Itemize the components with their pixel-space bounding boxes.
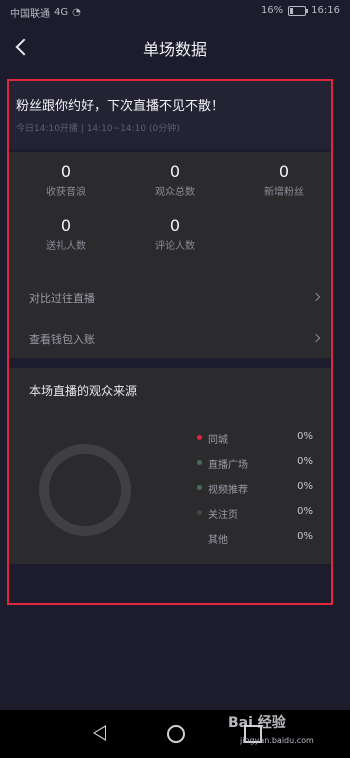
highlight-frame xyxy=(7,79,333,605)
nav-bar: 单场数据 xyxy=(0,24,350,68)
watermark-url: jingyan.baidu.com xyxy=(240,736,314,745)
wifi-icon: ◔ xyxy=(72,7,81,18)
clock: 16:16 xyxy=(311,5,340,16)
carrier-label: 中国联通 xyxy=(10,9,50,20)
nav-home-icon[interactable] xyxy=(167,725,185,743)
status-bar: 中国联通 4G ◔ 16% 16:16 xyxy=(0,0,350,24)
status-left: 中国联通 4G ◔ xyxy=(10,5,81,20)
signal-label: 4G xyxy=(54,7,69,18)
watermark-logo: Bai 经验 xyxy=(228,715,286,731)
battery-icon xyxy=(288,5,309,16)
page-title: 单场数据 xyxy=(142,40,207,59)
system-nav-bar: Bai 经验 jingyan.baidu.com xyxy=(0,710,350,758)
status-right: 16% 16:16 xyxy=(261,5,340,16)
nav-back-icon[interactable] xyxy=(93,725,106,741)
battery-percent: 16% xyxy=(260,5,284,16)
